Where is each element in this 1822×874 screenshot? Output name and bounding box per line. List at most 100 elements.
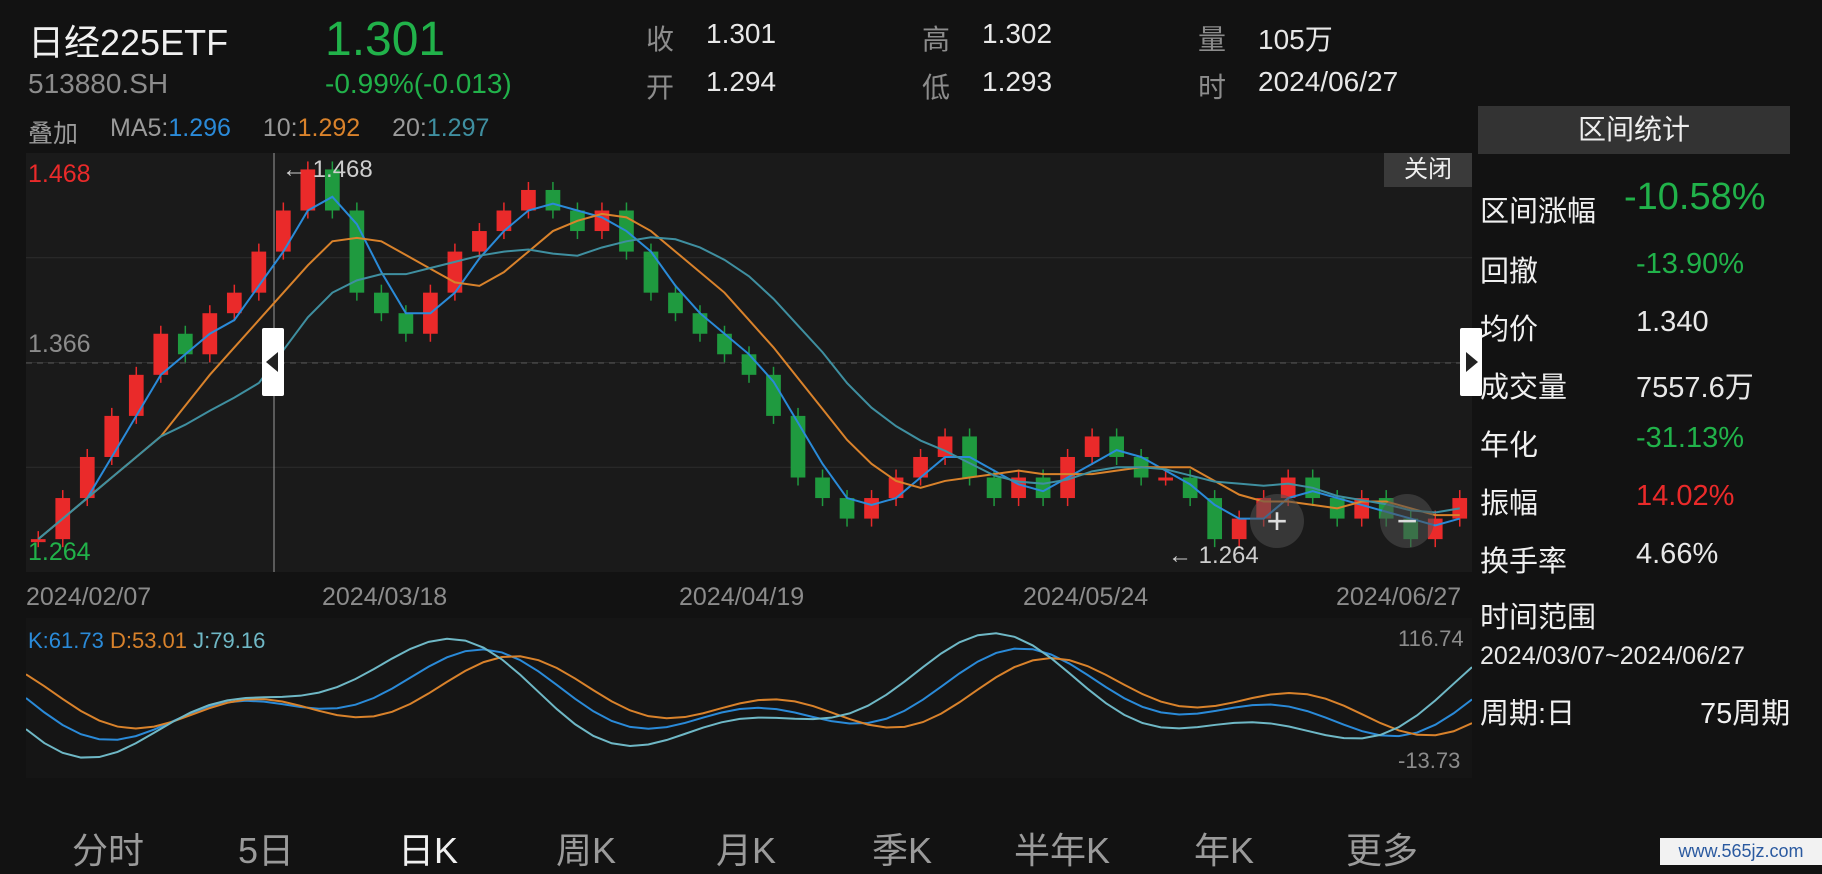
stat-label: 均价 [1480, 314, 1539, 346]
candle-body [668, 292, 683, 314]
close-label: 收 [646, 24, 675, 55]
stat-label: 振幅 [1480, 488, 1539, 520]
candle-body [104, 415, 120, 457]
max-marker-value: 1.468 [312, 156, 373, 183]
candle-body [521, 189, 536, 211]
candle-body [472, 231, 487, 252]
price-mid-label: 1.366 [28, 330, 91, 358]
kdj-k-line [25, 647, 1473, 741]
stat-value-avg-price: 1.340 [1636, 306, 1709, 338]
open-value: 1.294 [706, 66, 777, 97]
tab-daily[interactable]: 日K [398, 822, 458, 874]
candle-body [790, 415, 806, 478]
stat-value-turnover: 4.66% [1636, 538, 1719, 570]
kdj-top-label: 116.74 [1398, 626, 1464, 651]
candle-body [79, 456, 95, 499]
ma20-value: 1.297 [426, 114, 490, 142]
stats-title: 区间统计 [1478, 106, 1790, 154]
zoom-out-button[interactable]: − [1380, 494, 1434, 548]
ma10-value: 1.292 [297, 114, 361, 142]
last-price: 1.301 [325, 13, 446, 66]
open-label: 开 [646, 72, 675, 103]
stat-value-amplitude: 14.02% [1636, 480, 1735, 512]
kdj-legend: K:61.73 D:53.01 J:79.16 [28, 628, 265, 654]
candle-body [275, 210, 291, 252]
low-value: 1.293 [982, 66, 1053, 97]
tab-half-year[interactable]: 半年K [1014, 822, 1110, 874]
right-arrow-icon [1466, 352, 1478, 372]
volume-value: 105万 [1258, 24, 1333, 55]
tab-monthly[interactable]: 月K [716, 822, 776, 874]
ma-legend: MA5:1.296 10:1.292 20:1.297 [110, 114, 489, 143]
stat-label: 成交量 [1480, 372, 1568, 404]
kdj-bottom-label: -13.73 [1398, 748, 1461, 773]
security-name: 日经225ETF [28, 22, 229, 63]
period-label: 周期:日 [1480, 698, 1576, 730]
overlay-button[interactable]: 叠加 [28, 114, 78, 150]
ma5-label: MA5: [110, 114, 169, 142]
kdj-d-label: D:53.01 [109, 628, 188, 653]
tab-quarterly[interactable]: 季K [872, 822, 932, 874]
candle-body [741, 354, 757, 375]
date-label: 2024/02/07 [26, 583, 152, 611]
candle-body [545, 189, 561, 211]
date-label: 2024/03/18 [322, 583, 448, 611]
date-label: 2024/06/27 [1336, 583, 1462, 611]
stat-label: 换手率 [1480, 546, 1568, 578]
kdj-k-label: K:61.73 [28, 628, 104, 653]
candle-body [839, 498, 855, 519]
kdj-j-label: J:79.16 [193, 628, 266, 653]
tab-intraday[interactable]: 分时 [72, 822, 144, 874]
security-code: 513880.SH [28, 68, 169, 99]
candle-body [226, 292, 242, 314]
watermark: www.565jz.com [1660, 838, 1822, 865]
candle-body [986, 477, 1002, 499]
candle-body [153, 333, 169, 375]
date-label: 2024/05/24 [1023, 583, 1149, 611]
candle-body [398, 313, 414, 334]
price-change: -0.99%(-0.013) [325, 68, 512, 99]
ma5-value: 1.296 [168, 114, 231, 142]
candle-body [815, 477, 830, 499]
tab-weekly[interactable]: 周K [556, 822, 616, 874]
candle-body [1231, 518, 1247, 540]
ma20-label: 20: [392, 114, 427, 142]
candle-body [1158, 477, 1173, 481]
left-arrow-icon [266, 352, 278, 372]
ma20-line [37, 236, 1460, 540]
time-range-value: 2024/03/07~2024/06/27 [1480, 642, 1745, 670]
zoom-in-button[interactable]: + [1250, 494, 1304, 548]
ma10-label: 10: [262, 114, 298, 142]
stat-value-annualized: -31.13% [1636, 422, 1745, 454]
plus-icon: + [1266, 500, 1288, 541]
high-label: 高 [922, 24, 951, 55]
tab-more[interactable]: 更多 [1346, 822, 1418, 874]
period-value: 75周期 [1700, 698, 1791, 730]
stat-value-volume: 7557.6万 [1636, 372, 1754, 404]
time-value: 2024/06/27 [1258, 66, 1399, 97]
stat-label: 回撤 [1480, 256, 1539, 288]
candle-body [1084, 436, 1100, 457]
price-high-label: 1.468 [28, 160, 91, 188]
volume-label: 量 [1198, 24, 1227, 55]
max-marker: ← 1.468 [282, 156, 373, 183]
candle-body [864, 498, 879, 519]
time-label: 时 [1198, 72, 1227, 103]
candle-body [374, 292, 389, 314]
close-value: 1.301 [706, 18, 777, 49]
price-low-label: 1.264 [28, 538, 91, 566]
low-label: 低 [922, 72, 951, 103]
tab-yearly[interactable]: 年K [1194, 822, 1254, 874]
range-handle-left[interactable] [262, 328, 284, 396]
stat-label: 区间涨幅 [1480, 196, 1597, 228]
range-handle-right[interactable] [1460, 328, 1482, 396]
candle-body [128, 374, 144, 416]
tab-5day[interactable]: 5日 [238, 822, 294, 874]
stat-value-range-change: -10.58% [1624, 176, 1766, 218]
min-marker: ← 1.264 [1168, 542, 1259, 569]
high-value: 1.302 [982, 18, 1053, 49]
minus-icon: − [1396, 500, 1418, 541]
stat-value-drawdown: -13.90% [1636, 248, 1745, 280]
date-label: 2024/04/19 [679, 583, 805, 611]
close-button[interactable]: 关闭 [1384, 153, 1472, 187]
